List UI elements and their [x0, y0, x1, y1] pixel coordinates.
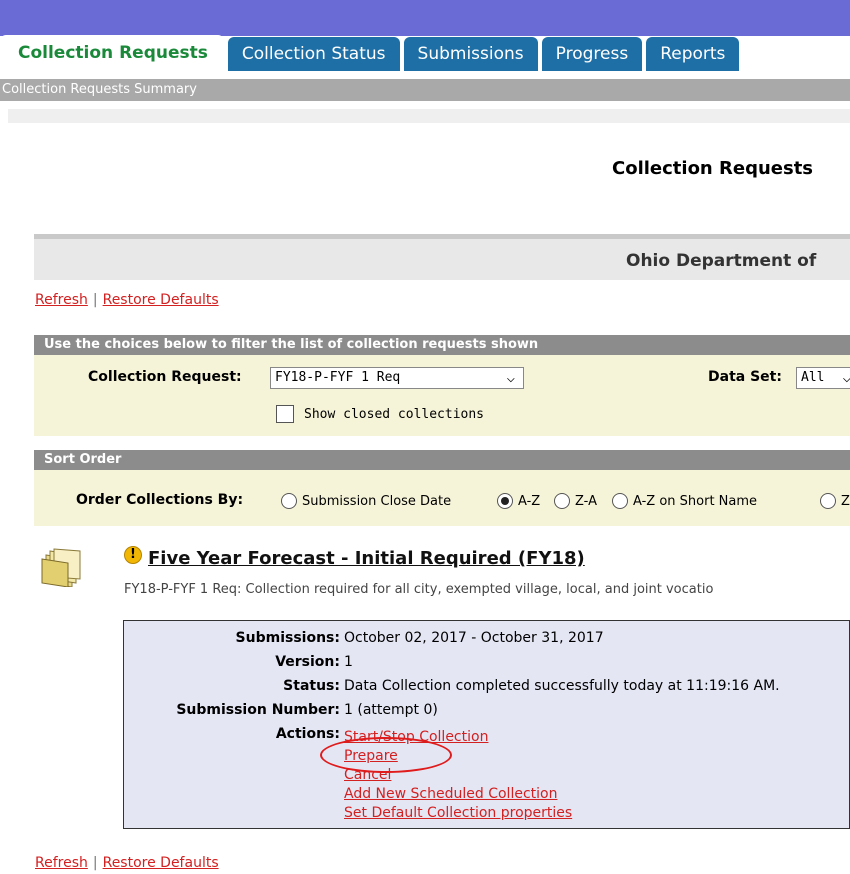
tab-submissions[interactable]: Submissions: [403, 37, 538, 71]
data-set-select[interactable]: All ⌵: [796, 367, 850, 389]
folder-icon: [41, 548, 81, 587]
warning-icon: !: [124, 546, 142, 564]
detail-value-submissions: October 02, 2017 - October 31, 2017: [344, 630, 604, 646]
link-separator: |: [92, 292, 98, 308]
bottom-links: Refresh | Restore Defaults: [35, 855, 219, 871]
order-by-label: Order Collections By:: [76, 492, 244, 508]
main-tabs: Collection Requests Collection Status Su…: [0, 35, 850, 71]
radio-label-z-a: Z-A: [575, 494, 597, 509]
tab-progress[interactable]: Progress: [541, 37, 643, 71]
page-title: Collection Requests: [612, 158, 814, 179]
radio-z-a[interactable]: [554, 493, 570, 509]
action-set-default-collection-properties[interactable]: Set Default Collection properties: [344, 805, 572, 821]
detail-value-submission-number: 1 (attempt 0): [344, 702, 438, 718]
spacer-band: [8, 109, 850, 123]
radio-label-z-short-name: Z-: [841, 494, 850, 509]
radio-label-a-z: A-Z: [518, 494, 541, 509]
detail-label-version: Version:: [275, 654, 340, 670]
sort-panel-header: Sort Order: [34, 450, 850, 470]
radio-z-short-name[interactable]: [820, 493, 836, 509]
chevron-down-icon: ⌵: [506, 370, 515, 386]
organization-bar: Ohio Department of: [34, 234, 850, 280]
filter-panel: Collection Request: FY18-P-FYF 1 Req ⌵ D…: [34, 355, 850, 436]
subnav-collection-requests-summary[interactable]: Collection Requests Summary: [0, 79, 850, 101]
refresh-link[interactable]: Refresh: [35, 292, 88, 308]
detail-value-status: Data Collection completed successfully t…: [344, 678, 780, 694]
filter-panel-header: Use the choices below to filter the list…: [34, 335, 850, 355]
radio-submission-close-date[interactable]: [281, 493, 297, 509]
tab-reports[interactable]: Reports: [646, 37, 740, 71]
prepare-highlight-annotation: [320, 737, 452, 773]
action-add-new-scheduled-collection[interactable]: Add New Scheduled Collection: [344, 786, 557, 802]
data-set-label: Data Set:: [708, 369, 782, 385]
collection-request-label: Collection Request:: [88, 369, 242, 385]
radio-label-a-z-short-name: A-Z on Short Name: [633, 494, 758, 509]
top-links: Refresh | Restore Defaults: [35, 292, 219, 308]
link-separator-bottom: |: [92, 855, 98, 871]
detail-label-submission-number: Submission Number:: [176, 702, 340, 718]
organization-name: Ohio Department of: [626, 251, 817, 271]
collection-title-link[interactable]: Five Year Forecast - Initial Required (F…: [148, 548, 585, 569]
restore-defaults-link[interactable]: Restore Defaults: [103, 292, 219, 308]
detail-value-version: 1: [344, 654, 353, 670]
radio-a-z[interactable]: [497, 493, 513, 509]
sort-panel: Order Collections By: Submission Close D…: [34, 470, 850, 526]
tab-collection-requests[interactable]: Collection Requests: [0, 35, 224, 71]
detail-label-status: Status:: [283, 678, 340, 694]
restore-defaults-link-bottom[interactable]: Restore Defaults: [103, 855, 219, 871]
show-closed-checkbox[interactable]: [276, 405, 294, 423]
radio-label-submission-close-date: Submission Close Date: [302, 494, 452, 509]
top-band: [0, 0, 850, 36]
tab-collection-status[interactable]: Collection Status: [227, 37, 400, 71]
chevron-down-icon: ⌵: [843, 368, 850, 388]
show-closed-label: Show closed collections: [304, 407, 485, 422]
collection-request-select[interactable]: FY18-P-FYF 1 Req ⌵: [270, 367, 524, 389]
collection-request-value: FY18-P-FYF 1 Req: [275, 370, 401, 385]
detail-label-submissions: Submissions:: [235, 630, 340, 646]
radio-a-z-short-name[interactable]: [612, 493, 628, 509]
refresh-link-bottom[interactable]: Refresh: [35, 855, 88, 871]
detail-label-actions: Actions:: [275, 726, 340, 742]
data-set-value: All: [801, 370, 825, 385]
collection-description: FY18-P-FYF 1 Req: Collection required fo…: [124, 582, 714, 597]
